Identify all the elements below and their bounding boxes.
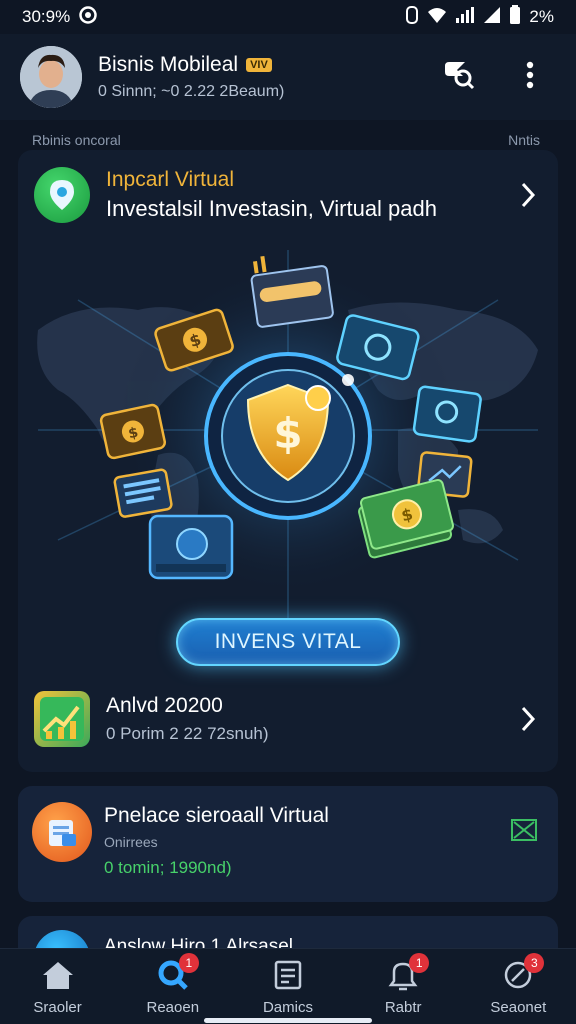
battery-icon bbox=[509, 4, 521, 30]
document-icon bbox=[268, 955, 308, 995]
row-title: Anlvd 20200 bbox=[106, 694, 223, 717]
row-subtitle: 0 Porim 2 22 72snuh) bbox=[106, 724, 269, 743]
card-list-row[interactable]: Anlvd 20200 0 Porim 2 22 72snuh) bbox=[34, 688, 542, 750]
refresh-search-icon bbox=[441, 60, 475, 95]
notification-badge: 1 bbox=[178, 953, 199, 973]
more-vertical-icon bbox=[526, 61, 534, 94]
page-title: Bisnis Mobileal bbox=[98, 53, 239, 76]
card-subtitle: Investalsil Investasin, Virtual padh bbox=[106, 196, 437, 221]
signal-icon-2 bbox=[483, 6, 501, 29]
card-title: Inpcarl Virtual bbox=[106, 168, 235, 191]
nav-item-documents[interactable]: Damics bbox=[238, 955, 338, 1016]
list-caption: Onirrees bbox=[104, 834, 158, 850]
chevron-right-icon[interactable] bbox=[514, 181, 542, 209]
wifi-icon bbox=[427, 6, 447, 29]
header-badge: VIV bbox=[246, 58, 272, 72]
nav-label: Rabtr bbox=[384, 999, 422, 1016]
nav-label: Damics bbox=[262, 999, 313, 1016]
chart-panel bbox=[113, 468, 173, 518]
status-bar: 30:9% 2% bbox=[0, 0, 576, 34]
signal-icon bbox=[455, 6, 475, 29]
invest-virtual-button[interactable]: INVENS VITAL bbox=[176, 618, 400, 666]
more-options-button[interactable] bbox=[512, 59, 548, 95]
status-left: 30:9% bbox=[22, 5, 98, 30]
investment-illustration: $ $ $ $ bbox=[18, 240, 558, 680]
list-item[interactable]: Pnelace sieroaall Virtual Onirrees 0 tom… bbox=[18, 786, 558, 902]
battery-level: 2% bbox=[529, 7, 554, 26]
header-subtitle: 0 Sinnn; ~0 2.22 2Beaum) bbox=[98, 83, 285, 100]
safe-box bbox=[148, 514, 234, 580]
avatar[interactable] bbox=[20, 46, 82, 108]
list-title: Pnelace sieroaall Virtual bbox=[104, 804, 329, 827]
card-head-text: Inpcarl Virtual Investalsil Investasin, … bbox=[106, 168, 514, 222]
app-header: Bisnis Mobileal VIV 0 Sinnn; ~0 2.22 2Be… bbox=[0, 34, 576, 120]
header-actions bbox=[440, 59, 548, 95]
bottom-navigation: Sraoler 1 Reaoen Damics 1 Rabtr 3 Seaone… bbox=[0, 948, 576, 1024]
notification-badge: 1 bbox=[409, 953, 430, 973]
header-text: Bisnis Mobileal VIV 0 Sinnn; ~0 2.22 2Be… bbox=[98, 53, 440, 101]
nav-item-home[interactable]: Sraoler bbox=[8, 955, 108, 1016]
main-card: Inpcarl Virtual Investalsil Investasin, … bbox=[18, 150, 558, 772]
refresh-search-button[interactable] bbox=[440, 59, 476, 95]
search-panel bbox=[412, 385, 482, 443]
home-indicator bbox=[204, 1018, 372, 1023]
card-header[interactable]: Inpcarl Virtual Investalsil Investasin, … bbox=[34, 164, 542, 226]
nav-item-settings[interactable]: 3 Seaonet bbox=[468, 953, 568, 1016]
settings-icon: 3 bbox=[498, 953, 545, 995]
nav-label: Reaoen bbox=[146, 999, 200, 1016]
nav-label: Seaonet bbox=[490, 999, 547, 1016]
growth-chart-icon bbox=[34, 691, 90, 747]
card-item-top bbox=[250, 255, 334, 328]
location-app-icon bbox=[34, 167, 90, 223]
list-status: 0 tomin; 1990nd) bbox=[104, 858, 232, 877]
header-title-row: Bisnis Mobileal VIV bbox=[98, 53, 440, 77]
home-icon bbox=[38, 955, 78, 995]
section-label-row: Rbinis oncoral Nntis bbox=[32, 132, 540, 148]
chevron-right-icon[interactable] bbox=[514, 705, 542, 733]
nav-item-notifications[interactable]: 1 Rabtr bbox=[353, 953, 453, 1016]
nfc-icon bbox=[405, 5, 419, 29]
list-text: Pnelace sieroaall Virtual Onirrees 0 tom… bbox=[104, 804, 484, 878]
status-time: 30:9% bbox=[22, 7, 71, 26]
svg-text:$: $ bbox=[273, 409, 302, 458]
nav-label: Sraoler bbox=[33, 999, 82, 1016]
row-text: Anlvd 20200 0 Porim 2 22 72snuh) bbox=[106, 694, 514, 744]
document-edit-icon bbox=[32, 802, 92, 862]
section-label: Rbinis oncoral bbox=[32, 132, 121, 148]
close-icon[interactable] bbox=[510, 816, 538, 844]
search-icon: 1 bbox=[153, 953, 199, 995]
notification-badge: 3 bbox=[524, 953, 545, 973]
nav-item-search[interactable]: 1 Reaoen bbox=[123, 953, 223, 1016]
status-right: 2% bbox=[405, 4, 554, 30]
section-link[interactable]: Nntis bbox=[508, 132, 540, 148]
notification-icon bbox=[78, 5, 98, 30]
bell-icon: 1 bbox=[383, 953, 430, 995]
